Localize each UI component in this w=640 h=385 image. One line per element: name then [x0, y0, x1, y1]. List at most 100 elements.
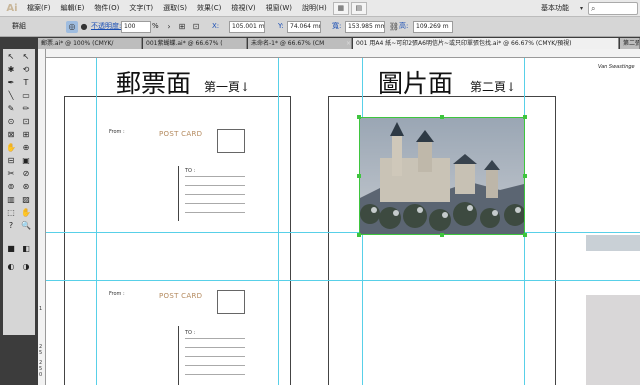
menu-edit[interactable]: 編輯(E) — [56, 3, 90, 13]
postcard-label: POST CARD — [159, 130, 203, 138]
stroke-swatch-icon[interactable]: ◧ — [20, 243, 32, 255]
address-line — [185, 203, 245, 204]
rotate-tool-icon[interactable]: ⊠ — [5, 129, 17, 141]
gradient-tool-icon[interactable]: ⊘ — [20, 168, 32, 180]
document-canvas[interactable]: 郵票面 第一頁↓ 圖片面 第二頁↓ Van Swastinge From : P… — [46, 58, 640, 385]
magic-wand-tool-icon[interactable]: ✱ — [5, 64, 17, 76]
pencil-tool-icon[interactable]: ✏ — [20, 103, 32, 115]
draw-mode-icon[interactable]: ◑ — [20, 261, 32, 273]
tab-untitled[interactable]: 未命名-1* @ 66.67% (CM — [248, 38, 352, 49]
rectangle-tool-icon[interactable]: ▭ — [20, 90, 32, 102]
artboard-tool-icon[interactable]: ⬚ — [5, 207, 17, 219]
mesh-tool-icon[interactable]: ✂ — [5, 168, 17, 180]
address-line — [185, 374, 245, 375]
menu-type[interactable]: 文字(T) — [124, 3, 158, 13]
from-label: From : — [109, 129, 125, 135]
resize-handle[interactable] — [523, 233, 527, 237]
resize-handle[interactable] — [440, 233, 444, 237]
blend-tool-icon[interactable]: ⊛ — [20, 181, 32, 193]
address-line — [185, 356, 245, 357]
menu-effect[interactable]: 效果(C) — [192, 3, 226, 13]
ruler-label: 5 — [39, 350, 43, 356]
menu-bar: Ai 檔案(F) 編輯(E) 物件(O) 文字(T) 選取(S) 效果(C) 檢… — [0, 0, 640, 17]
adjacent-artboard-strip — [586, 235, 640, 251]
width-label: 寬: — [332, 22, 342, 30]
shape-builder-tool-icon[interactable]: ⊟ — [5, 155, 17, 167]
tab-second[interactable]: 第二張 — [620, 38, 640, 49]
app-logo: Ai — [6, 2, 18, 14]
opacity-unit: % — [152, 22, 159, 30]
tab-postcard-active[interactable]: 001 用A4 紙~可印2張A6明信片~或只印單張包找.ai* @ 66.67%… — [353, 38, 619, 49]
color-mode-icon[interactable]: ◐ — [5, 261, 17, 273]
zoom-tool-icon[interactable]: 🔍 — [20, 220, 32, 232]
type-tool-icon[interactable]: T — [20, 77, 32, 89]
resize-handle[interactable] — [357, 174, 361, 178]
resize-handle[interactable] — [440, 115, 444, 119]
search-input[interactable]: ⌕ — [588, 2, 638, 15]
height-field[interactable]: 109.269 m — [413, 21, 453, 33]
perspective-grid-tool-icon[interactable]: ▣ — [20, 155, 32, 167]
menu-select[interactable]: 選取(S) — [158, 3, 192, 13]
y-field[interactable]: 74.064 mm — [287, 21, 321, 33]
bridge-icon[interactable]: ▦ — [332, 1, 349, 15]
resize-handle[interactable] — [523, 174, 527, 178]
opacity-field[interactable]: 100 — [121, 21, 151, 33]
menu-window[interactable]: 視窗(W) — [261, 3, 297, 13]
fill-swatch-icon[interactable]: ■ — [5, 243, 17, 255]
chevron-down-icon[interactable]: ▾ — [580, 2, 583, 15]
stamp-box — [217, 129, 245, 153]
arrange-documents-icon[interactable]: ▤ — [350, 1, 367, 15]
selection-tool-icon[interactable]: ↖ — [5, 51, 17, 63]
free-transform-tool-icon[interactable]: ⊕ — [20, 142, 32, 154]
postcard-label: POST CARD — [159, 292, 203, 300]
x-field[interactable]: 105.001 mm — [229, 21, 265, 33]
lasso-tool-icon[interactable]: ⟲ — [20, 64, 32, 76]
opacity-label[interactable]: 不透明度: — [91, 20, 121, 33]
align-icon[interactable]: ⊞ — [176, 21, 188, 33]
paintbrush-tool-icon[interactable]: ✎ — [5, 103, 17, 115]
resize-handle[interactable] — [357, 115, 361, 119]
x-label: X: — [212, 22, 220, 30]
resize-handle[interactable] — [357, 233, 361, 237]
illustrator-window: { "app": {"logo": "Ai", "workspace": "基本… — [0, 0, 640, 385]
width-tool-icon[interactable]: ✋ — [5, 142, 17, 154]
menu-object[interactable]: 物件(O) — [89, 3, 124, 13]
style-icon[interactable]: ● — [78, 21, 90, 33]
tab-stamp[interactable]: 郵票.ai* @ 100% (CMYK/ — [38, 38, 142, 49]
column-graph-tool-icon[interactable]: ▨ — [20, 194, 32, 206]
scale-tool-icon[interactable]: ⊞ — [20, 129, 32, 141]
symbol-sprayer-tool-icon[interactable]: ▥ — [5, 194, 17, 206]
eraser-tool-icon[interactable]: ⊡ — [20, 116, 32, 128]
chevron-right-icon[interactable]: › — [163, 21, 175, 33]
tools-panel: ↖ ↖ ✱ ⟲ ✒ T ╲ ▭ ✎ ✏ ⊙ ⊡ ⊠ ⊞ ✋ ⊕ ⊟ ▣ ✂ ⊘ … — [0, 37, 38, 385]
hand-tool-icon[interactable]: ? — [5, 220, 17, 232]
vertical-ruler[interactable]: 1 2 5 2 5 0 — [38, 49, 46, 385]
stamp-box — [217, 290, 245, 314]
direct-selection-tool-icon[interactable]: ↖ — [20, 51, 32, 63]
menu-help[interactable]: 說明(H) — [297, 3, 332, 13]
slice-tool-icon[interactable]: ✋ — [20, 207, 32, 219]
adjacent-artboard-block — [586, 295, 640, 385]
tab-butterfly[interactable]: 001紫蝴蝶.ai* @ 66.67% ( — [143, 38, 247, 49]
selection-bounding-box[interactable] — [359, 117, 525, 235]
width-field[interactable]: 153.985 mm — [345, 21, 385, 33]
pen-tool-icon[interactable]: ✒ — [5, 77, 17, 89]
menu-view[interactable]: 檢視(V) — [226, 3, 260, 13]
back-subtitle: 第二頁↓ — [470, 80, 517, 94]
blob-brush-tool-icon[interactable]: ⊙ — [5, 116, 17, 128]
eyedropper-tool-icon[interactable]: ⊚ — [5, 181, 17, 193]
control-bar: 群組 ◎ ● 不透明度: 100 % › ⊞ ⊡ X: 105.001 mm Y… — [0, 17, 640, 37]
close-icon[interactable]: × — [346, 38, 351, 49]
guide-line — [278, 58, 279, 385]
address-line — [185, 176, 245, 177]
address-bracket — [178, 166, 179, 221]
horizontal-ruler[interactable] — [46, 49, 640, 58]
resize-handle[interactable] — [523, 115, 527, 119]
transform-icon[interactable]: ⊡ — [190, 21, 202, 33]
guide-line — [96, 58, 97, 385]
front-subtitle: 第一頁↓ — [204, 80, 251, 94]
workspace-switcher[interactable]: 基本功能 — [538, 2, 572, 15]
stroke-icon[interactable]: ◎ — [66, 21, 78, 33]
line-tool-icon[interactable]: ╲ — [5, 90, 17, 102]
menu-file[interactable]: 檔案(F) — [22, 3, 56, 13]
